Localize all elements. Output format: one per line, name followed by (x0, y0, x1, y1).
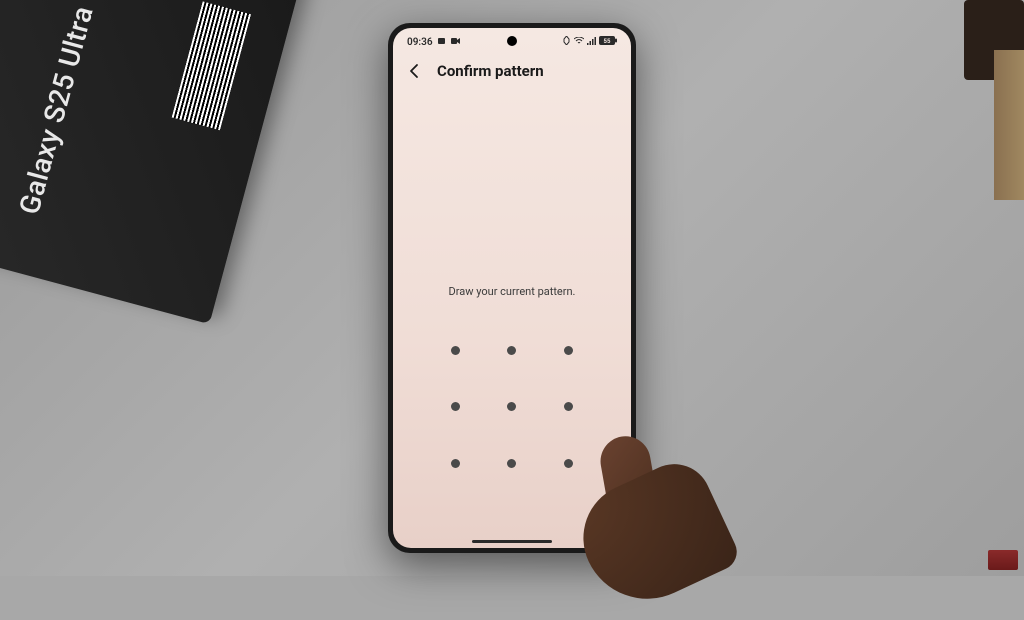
pattern-dot-8[interactable] (507, 459, 516, 468)
product-box: Galaxy S25 Ultra (0, 0, 300, 324)
pattern-dot-5[interactable] (507, 402, 516, 411)
chevron-left-icon (407, 63, 423, 79)
pattern-dot-9[interactable] (564, 459, 573, 468)
pattern-input[interactable] (427, 322, 597, 492)
vibrate-icon (562, 36, 571, 48)
pattern-dot-4[interactable] (451, 402, 460, 411)
desk-object-right (994, 50, 1024, 200)
phone-screen: 09:36 (393, 28, 631, 548)
signal-icon (587, 37, 596, 48)
svg-text:55: 55 (604, 38, 611, 45)
pattern-dot-7[interactable] (451, 459, 460, 468)
back-button[interactable] (407, 63, 423, 79)
product-name: Galaxy S25 Ultra (12, 2, 99, 217)
channel-watermark (988, 550, 1018, 570)
camera-icon (437, 37, 447, 48)
wifi-icon (574, 37, 584, 48)
page-title: Confirm pattern (437, 62, 544, 80)
record-icon (451, 37, 461, 48)
nav-bar-indicator[interactable] (472, 540, 552, 543)
desk-surface: Galaxy S25 Ultra 09:36 (0, 0, 1024, 576)
pattern-dot-3[interactable] (564, 346, 573, 355)
front-camera (507, 36, 517, 46)
barcode-label (172, 1, 251, 130)
instruction-text: Draw your current pattern. (393, 285, 631, 298)
page-header: Confirm pattern (393, 52, 631, 90)
pattern-dot-1[interactable] (451, 346, 460, 355)
pattern-dot-6[interactable] (564, 402, 573, 411)
status-time: 09:36 (407, 37, 433, 48)
battery-icon: 55 (599, 36, 617, 48)
phone-frame: 09:36 (388, 23, 636, 553)
pattern-dot-2[interactable] (507, 346, 516, 355)
